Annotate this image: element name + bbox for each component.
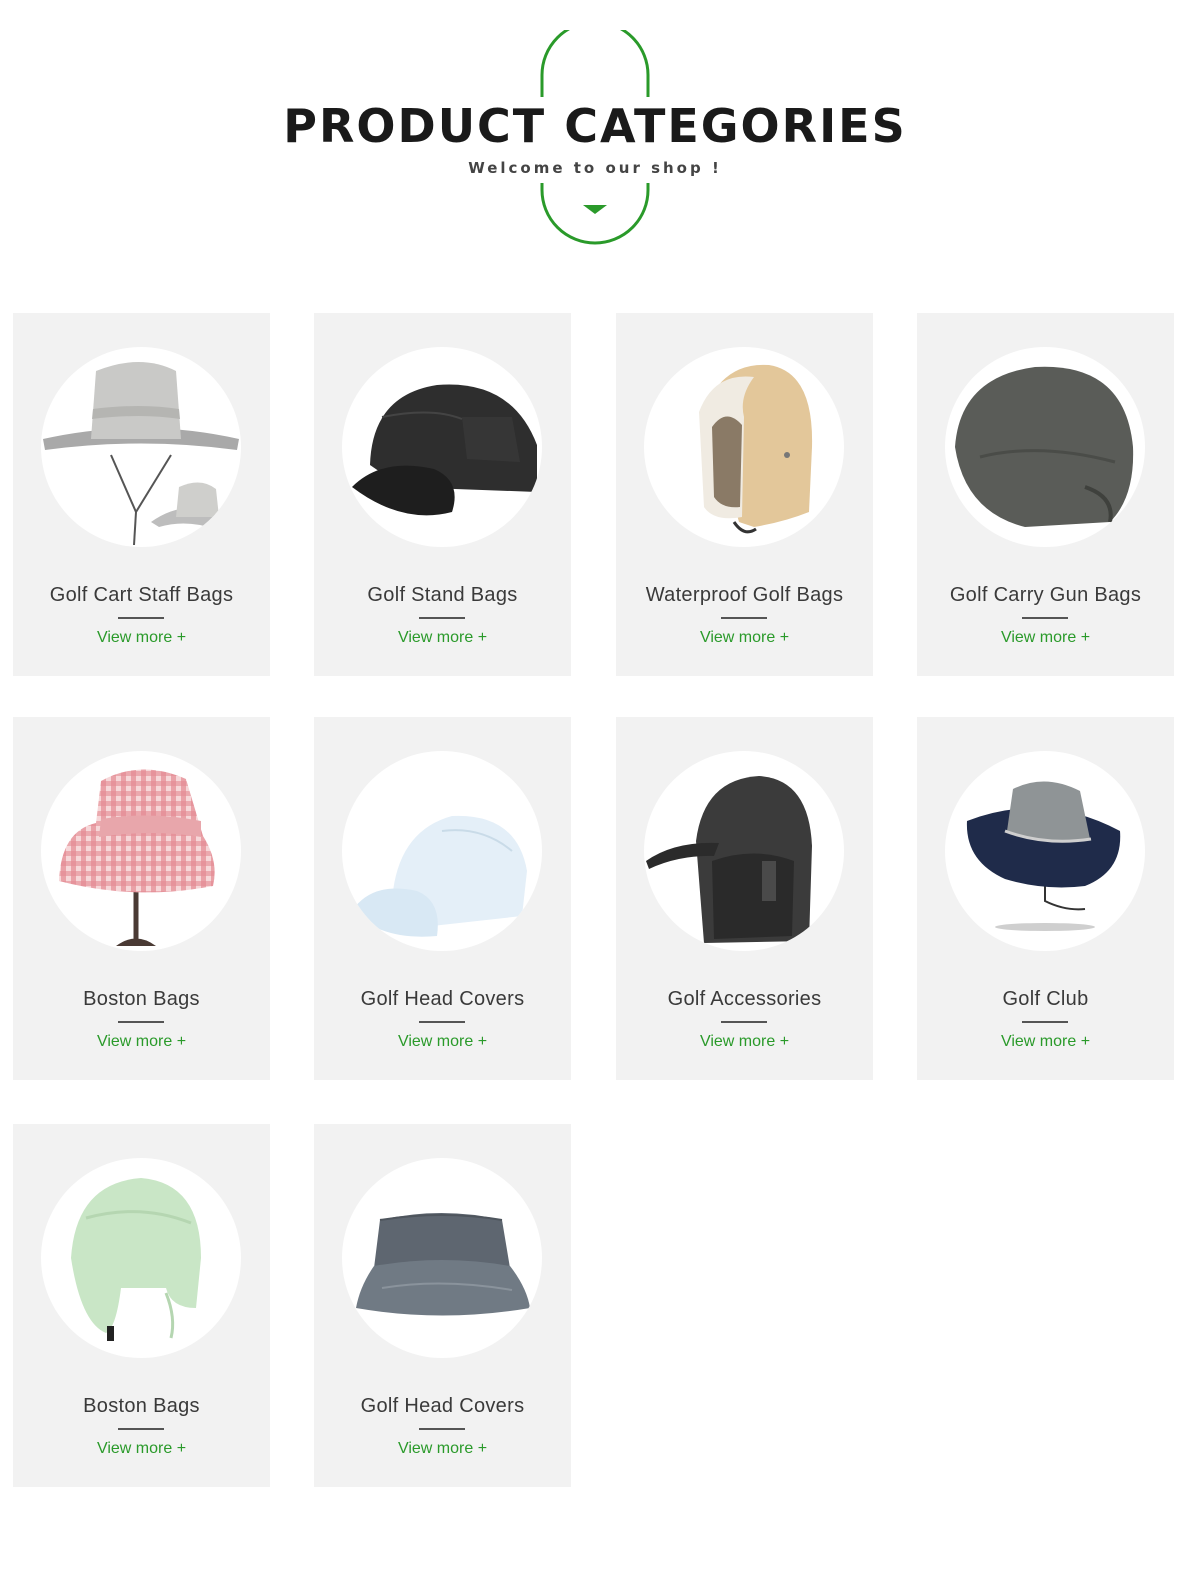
category-title[interactable]: Waterproof Golf Bags [616, 581, 873, 609]
washed-denim-bucket-hat-icon [356, 1213, 530, 1316]
category-card-golf-head-covers[interactable]: Golf Head Covers View more + [314, 717, 571, 1080]
category-card-golf-accessories[interactable]: Golf Accessories View more + [616, 717, 873, 1080]
title-divider [1022, 1021, 1068, 1023]
category-card-boston-bags[interactable]: Boston Bags View more + [13, 717, 270, 1080]
view-more-link[interactable]: View more + [314, 627, 571, 649]
category-card-golf-head-covers-2[interactable]: Golf Head Covers View more + [314, 1124, 571, 1487]
category-title[interactable]: Boston Bags [13, 985, 270, 1013]
title-divider [419, 1021, 465, 1023]
category-card-boston-bags-2[interactable]: Boston Bags View more + [13, 1124, 270, 1487]
category-title[interactable]: Golf Carry Gun Bags [917, 581, 1174, 609]
category-title[interactable]: Boston Bags [13, 1392, 270, 1420]
grey-wide-brim-sun-hat-icon [43, 362, 239, 546]
category-card-golf-carry-gun-bags[interactable]: Golf Carry Gun Bags View more + [917, 313, 1174, 676]
category-title[interactable]: Golf Club [917, 985, 1174, 1013]
category-card-golf-club[interactable]: Golf Club View more + [917, 717, 1174, 1080]
category-title[interactable]: Golf Head Covers [314, 985, 571, 1013]
title-divider [721, 617, 767, 619]
category-title[interactable]: Golf Stand Bags [314, 581, 571, 609]
category-title[interactable]: Golf Head Covers [314, 1392, 571, 1420]
view-more-link[interactable]: View more + [13, 627, 270, 649]
title-divider [118, 1021, 164, 1023]
category-title[interactable]: Golf Cart Staff Bags [13, 581, 270, 609]
category-image[interactable] [945, 347, 1145, 547]
category-image[interactable] [342, 751, 542, 951]
black-ear-flap-cap-icon [646, 776, 812, 943]
category-image[interactable] [41, 751, 241, 951]
pink-gingham-bucket-hat-icon [59, 769, 215, 946]
category-card-golf-stand-bags[interactable]: Golf Stand Bags View more + [314, 313, 571, 676]
dark-grey-bucket-hat-icon [955, 366, 1134, 527]
view-more-link[interactable]: View more + [616, 627, 873, 649]
navy-grey-boonie-hat-icon [966, 781, 1121, 931]
view-more-link[interactable]: View more + [314, 1031, 571, 1053]
title-divider [1022, 617, 1068, 619]
category-title[interactable]: Golf Accessories [616, 985, 873, 1013]
mint-green-trapper-hat-icon [71, 1178, 201, 1341]
page-subtitle: Welcome to our shop ! [468, 159, 722, 177]
title-divider [419, 1428, 465, 1430]
category-image[interactable] [644, 751, 844, 951]
title-divider [721, 1021, 767, 1023]
category-image[interactable] [41, 1158, 241, 1358]
view-more-link[interactable]: View more + [917, 627, 1174, 649]
view-more-link[interactable]: View more + [314, 1438, 571, 1460]
title-divider [118, 1428, 164, 1430]
view-more-link[interactable]: View more + [13, 1438, 270, 1460]
category-image[interactable] [41, 347, 241, 547]
view-more-link[interactable]: View more + [917, 1031, 1174, 1053]
tan-fleece-trapper-hat-icon [699, 364, 813, 534]
section-header: PRODUCT CATEGORIES Welcome to our shop ! [0, 0, 1200, 260]
page-title: PRODUCT CATEGORIES [283, 99, 907, 153]
black-baseball-cap-icon [352, 384, 537, 516]
category-card-golf-cart-staff-bags[interactable]: Golf Cart Staff Bags View more + [13, 313, 270, 676]
view-more-link[interactable]: View more + [13, 1031, 270, 1053]
category-image[interactable] [342, 347, 542, 547]
light-blue-baseball-cap-icon [352, 815, 527, 937]
category-image[interactable] [945, 751, 1145, 951]
category-image[interactable] [342, 1158, 542, 1358]
view-more-link[interactable]: View more + [616, 1031, 873, 1053]
title-divider [419, 617, 465, 619]
category-card-waterproof-golf-bags[interactable]: Waterproof Golf Bags View more + [616, 313, 873, 676]
title-divider [118, 617, 164, 619]
category-image[interactable] [644, 347, 844, 547]
